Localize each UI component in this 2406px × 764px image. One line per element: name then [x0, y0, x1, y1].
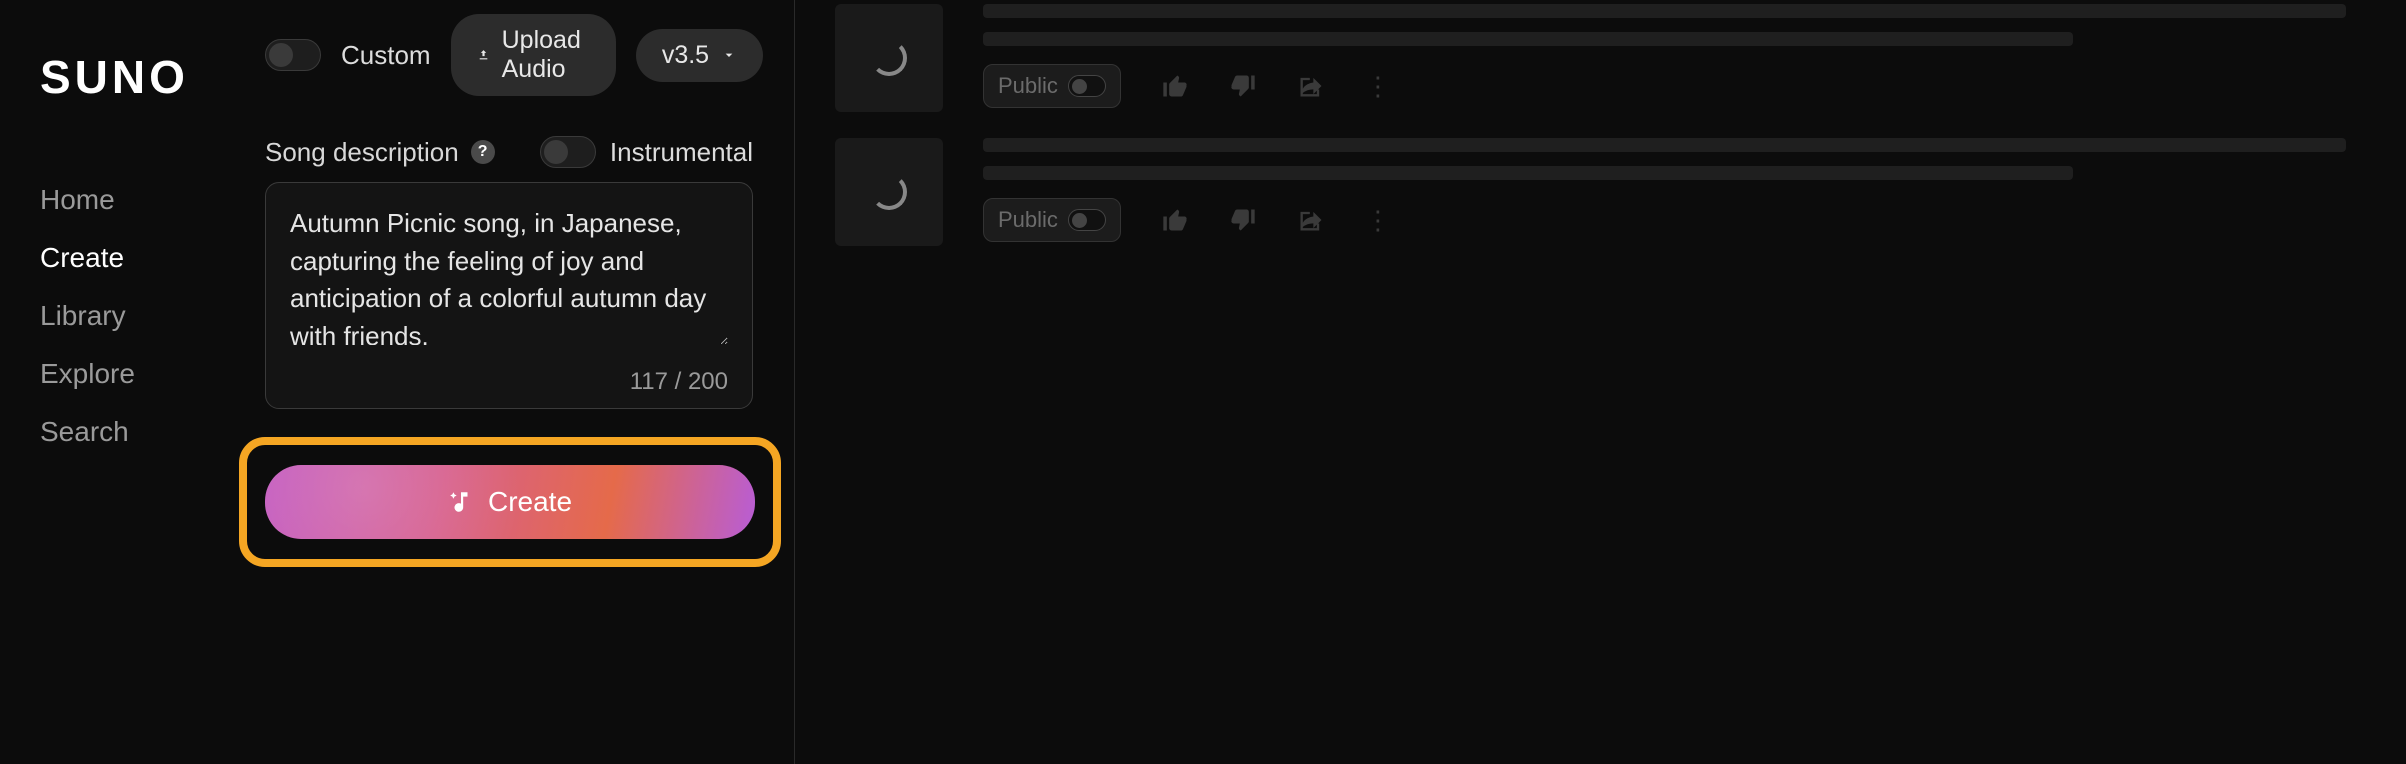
public-toggle[interactable]: Public: [983, 64, 1121, 108]
results-panel: Public ⋮ Public: [835, 0, 2406, 764]
result-item: Public ⋮: [835, 138, 2346, 246]
create-panel: Custom Upload Audio v3.5 Song descriptio…: [265, 0, 753, 764]
description-input[interactable]: [290, 205, 728, 345]
mini-toggle[interactable]: [1068, 209, 1106, 231]
skeleton-line: [983, 138, 2346, 152]
upload-icon: [477, 44, 490, 66]
public-label: Public: [998, 207, 1058, 233]
panel-divider: [753, 0, 795, 764]
instrumental-label: Instrumental: [610, 137, 753, 168]
result-thumbnail: [835, 138, 943, 246]
help-icon[interactable]: ?: [471, 140, 495, 164]
mini-toggle[interactable]: [1068, 75, 1106, 97]
public-toggle[interactable]: Public: [983, 198, 1121, 242]
public-label: Public: [998, 73, 1058, 99]
custom-label: Custom: [341, 40, 431, 71]
sidebar: SUNO Home Create Library Explore Search: [0, 0, 265, 764]
version-label: v3.5: [662, 41, 709, 70]
create-button[interactable]: Create: [265, 465, 755, 539]
nav-home[interactable]: Home: [40, 184, 225, 216]
create-button-highlight: Create: [239, 437, 781, 567]
thumbs-up-icon[interactable]: [1161, 72, 1189, 100]
nav-library[interactable]: Library: [40, 300, 225, 332]
music-sparkle-icon: [448, 489, 474, 515]
upload-label: Upload Audio: [502, 26, 590, 84]
char-counter: 117 / 200: [290, 368, 728, 396]
nav-explore[interactable]: Explore: [40, 358, 225, 390]
thumbs-up-icon[interactable]: [1161, 206, 1189, 234]
skeleton-line: [983, 166, 2073, 180]
description-box: 117 / 200: [265, 182, 753, 409]
result-item: Public ⋮: [835, 4, 2346, 112]
create-button-label: Create: [488, 486, 572, 518]
thumbs-down-icon[interactable]: [1229, 72, 1257, 100]
nav-create[interactable]: Create: [40, 242, 225, 274]
skeleton-line: [983, 32, 2073, 46]
more-menu-icon[interactable]: ⋮: [1365, 71, 1389, 102]
instrumental-toggle[interactable]: [540, 136, 596, 168]
skeleton-line: [983, 4, 2346, 18]
custom-toggle[interactable]: [265, 39, 321, 71]
share-icon[interactable]: [1297, 206, 1325, 234]
more-menu-icon[interactable]: ⋮: [1365, 205, 1389, 236]
logo: SUNO: [40, 50, 225, 104]
thumbs-down-icon[interactable]: [1229, 206, 1257, 234]
chevron-down-icon: [721, 47, 737, 63]
description-label: Song description: [265, 137, 459, 168]
description-header: Song description ? Instrumental: [265, 136, 753, 168]
result-thumbnail: [835, 4, 943, 112]
upload-audio-button[interactable]: Upload Audio: [451, 14, 616, 96]
nav-search[interactable]: Search: [40, 416, 225, 448]
version-selector[interactable]: v3.5: [636, 29, 763, 82]
loading-spinner-icon: [871, 40, 907, 76]
create-top-row: Custom Upload Audio v3.5: [265, 14, 753, 96]
share-icon[interactable]: [1297, 72, 1325, 100]
loading-spinner-icon: [871, 174, 907, 210]
